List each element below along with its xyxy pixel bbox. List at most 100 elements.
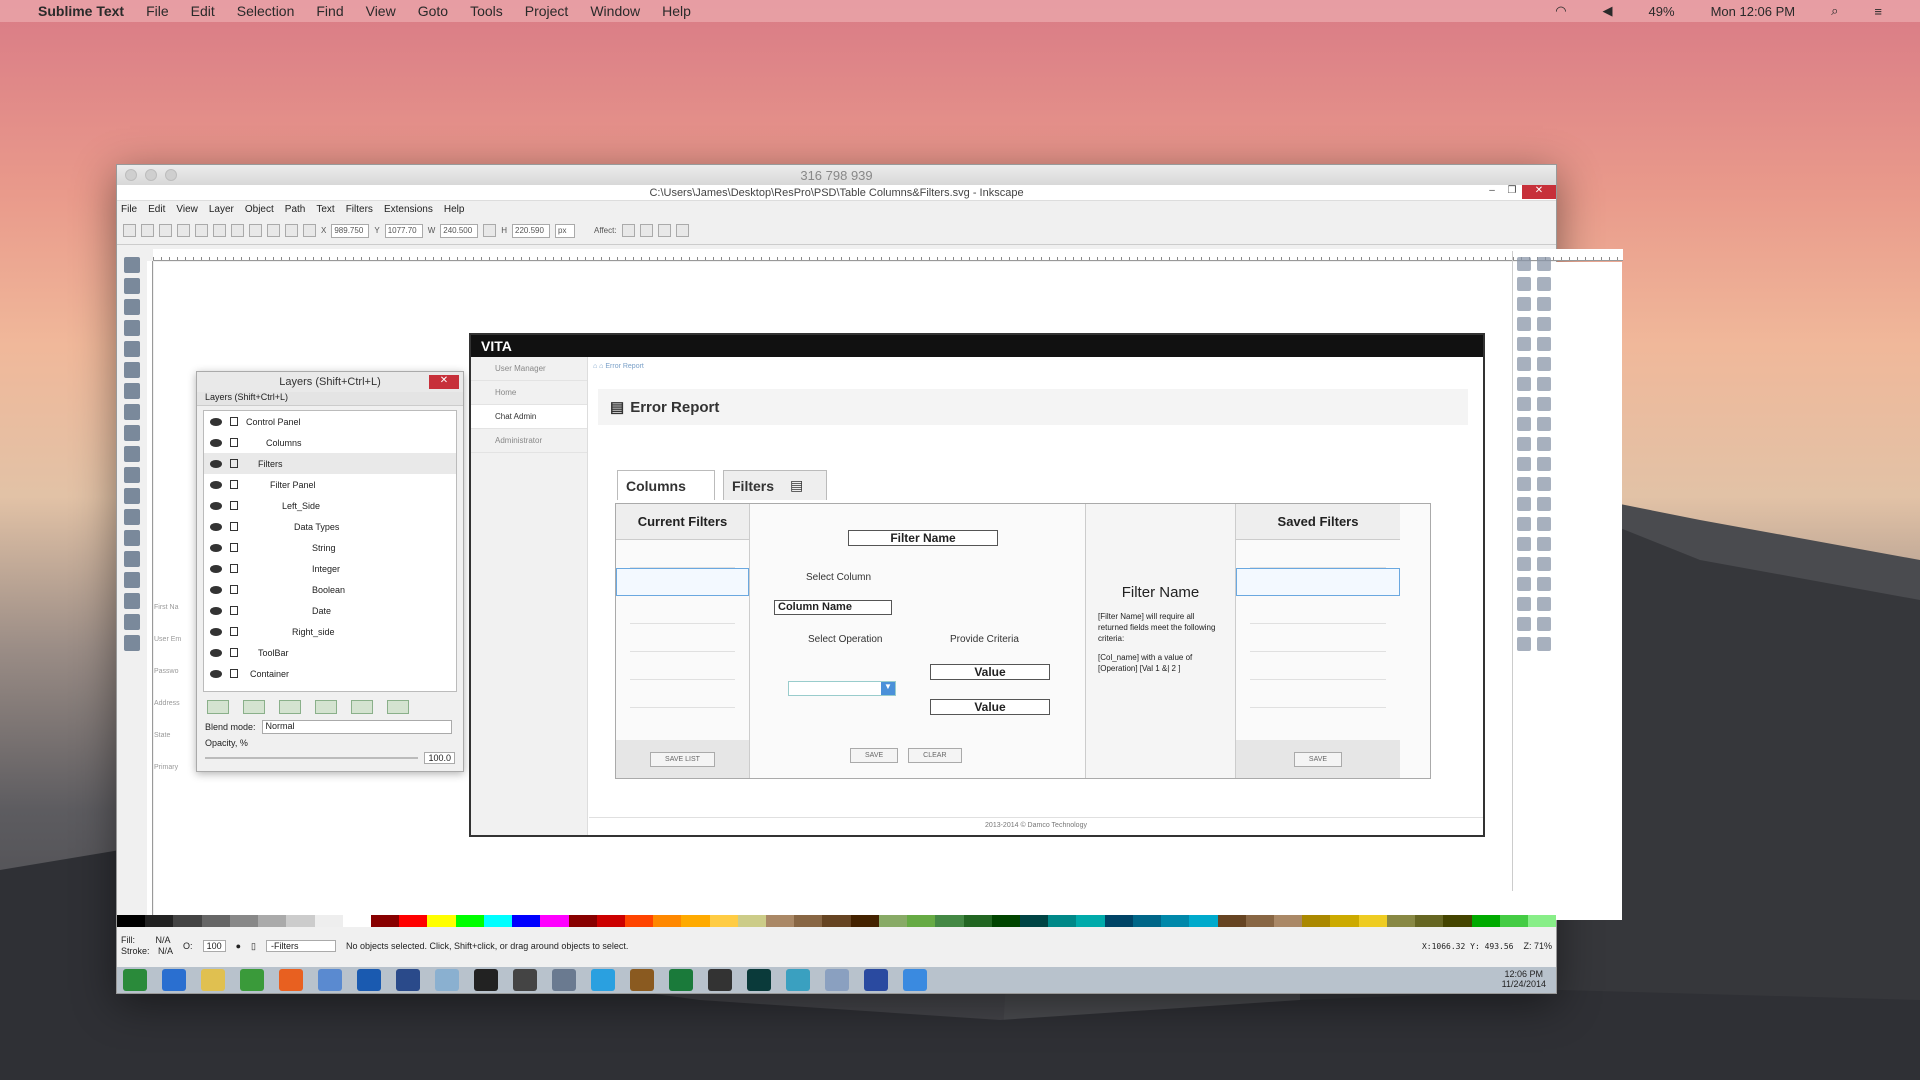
menu-help[interactable]: Help (444, 204, 465, 215)
palette-swatch[interactable] (427, 915, 456, 927)
app-icon[interactable] (825, 969, 849, 991)
close-icon[interactable]: ✕ (429, 375, 459, 389)
operation-select[interactable]: ▼ (788, 681, 896, 696)
blend-select[interactable]: Normal (261, 720, 452, 734)
value-input-2[interactable]: Value (930, 699, 1050, 715)
opacity-slider[interactable] (205, 757, 419, 759)
sublime-icon[interactable] (630, 969, 654, 991)
palette-swatch[interactable] (540, 915, 569, 927)
eye-icon[interactable] (210, 438, 222, 447)
menu-path[interactable]: Path (285, 204, 306, 215)
menu-filters[interactable]: Filters (346, 204, 373, 215)
palette-swatch[interactable] (145, 915, 174, 927)
new-icon[interactable] (1517, 257, 1531, 271)
battery-percent[interactable]: 49% (1649, 4, 1675, 19)
align-icon[interactable] (1517, 637, 1531, 651)
artboard-mockup[interactable]: VITA User Manager Home Chat Admin Admini… (469, 333, 1485, 837)
pencil-tool-icon[interactable] (124, 446, 140, 462)
close-icon[interactable]: ✕ (1522, 185, 1556, 199)
start-icon[interactable] (123, 969, 147, 991)
firefox-icon[interactable] (279, 969, 303, 991)
lower-bottom-icon[interactable] (351, 700, 373, 714)
sidebar-item-administrator[interactable]: Administrator (471, 429, 587, 453)
snap-intersection-icon[interactable] (1537, 437, 1551, 451)
snap-path-icon[interactable] (1537, 317, 1551, 331)
palette-swatch[interactable] (681, 915, 710, 927)
palette-swatch[interactable] (596, 915, 625, 927)
snap-center-icon[interactable] (1537, 337, 1551, 351)
cut-icon[interactable] (1517, 437, 1531, 451)
sidebar-item-chat-admin[interactable]: Chat Admin (471, 405, 587, 429)
list-item[interactable] (616, 568, 749, 596)
fill-value[interactable]: N/A (156, 935, 171, 945)
list-icon[interactable]: ≡ (1874, 4, 1882, 19)
group-icon[interactable] (1517, 577, 1531, 591)
xml-editor-icon[interactable] (1537, 617, 1551, 631)
print-icon[interactable] (1517, 317, 1531, 331)
palette-swatch[interactable] (1132, 915, 1162, 927)
stroke-value[interactable]: N/A (158, 946, 173, 956)
palette-swatch[interactable] (1273, 915, 1303, 927)
menubar-view[interactable]: View (366, 3, 396, 19)
palette-swatch[interactable] (794, 915, 823, 927)
menu-edit[interactable]: Edit (148, 204, 165, 215)
palette-swatch[interactable] (822, 915, 851, 927)
eye-icon[interactable]: ● (236, 941, 241, 951)
skype-icon[interactable] (591, 969, 615, 991)
lock-icon[interactable] (230, 669, 238, 678)
current-layer-select[interactable]: -Filters (265, 940, 336, 952)
remote-icon[interactable] (318, 969, 342, 991)
eye-icon[interactable] (210, 669, 222, 678)
save-list-button[interactable]: SAVE LIST (650, 751, 715, 767)
menubar-find[interactable]: Find (316, 3, 343, 19)
menubar-goto[interactable]: Goto (418, 3, 448, 19)
grid-icon[interactable] (1537, 537, 1551, 551)
menu-layer[interactable]: Layer (209, 204, 234, 215)
lock-icon[interactable] (230, 480, 238, 489)
home-icon[interactable]: ⌂ ⌂ (593, 363, 605, 370)
flip-h-icon[interactable] (213, 224, 226, 237)
snap-rotation-icon[interactable] (1537, 457, 1551, 471)
palette-swatch[interactable] (963, 915, 992, 927)
node-tool-icon[interactable] (124, 278, 140, 294)
app-icon[interactable] (396, 969, 420, 991)
eye-icon[interactable] (210, 522, 222, 531)
select-all-icon[interactable] (123, 224, 136, 237)
menubar-edit[interactable]: Edit (191, 3, 215, 19)
zoom-field[interactable]: Z: 71% (1523, 941, 1552, 951)
save-icon[interactable] (1517, 297, 1531, 311)
terminal-icon[interactable] (474, 969, 498, 991)
snap-midpoint-icon[interactable] (1537, 417, 1551, 431)
lock-icon[interactable] (230, 438, 238, 447)
undo-icon[interactable] (1517, 377, 1531, 391)
opacity-field[interactable]: 100.0 (424, 752, 455, 764)
column-name-input[interactable]: Column Name (774, 600, 892, 615)
zoom-icon[interactable] (165, 169, 177, 181)
deselect-icon[interactable] (159, 224, 172, 237)
layers-tree[interactable]: Control Panel Columns Filters Filter Pan… (203, 410, 457, 692)
gradient-tool-icon[interactable] (124, 593, 140, 609)
layer-row[interactable]: Date (204, 600, 456, 621)
eye-icon[interactable] (210, 564, 222, 573)
layer-row[interactable]: Left_Side (204, 495, 456, 516)
palette-swatch[interactable] (399, 915, 428, 927)
menu-extensions[interactable]: Extensions (384, 204, 433, 215)
dropper-tool-icon[interactable] (124, 614, 140, 630)
palette-swatch[interactable] (1358, 915, 1387, 927)
volume-icon[interactable]: ◀ (1603, 3, 1613, 19)
snap-page-icon[interactable] (1537, 357, 1551, 371)
palette-swatch[interactable] (653, 915, 682, 927)
select-all-layers-icon[interactable] (141, 224, 154, 237)
eye-icon[interactable] (210, 459, 222, 468)
palette-swatch[interactable] (201, 915, 230, 927)
raise-icon[interactable] (279, 700, 301, 714)
3dbox-tool-icon[interactable] (124, 362, 140, 378)
connector-tool-icon[interactable] (124, 635, 140, 651)
palette-swatch[interactable] (314, 915, 343, 927)
palette-swatch[interactable] (1330, 915, 1359, 927)
eye-icon[interactable] (210, 480, 222, 489)
menubar-help[interactable]: Help (662, 3, 691, 19)
palette-swatch[interactable] (173, 915, 202, 927)
layer-row[interactable]: Integer (204, 558, 456, 579)
snap-nodes-icon[interactable] (1537, 297, 1551, 311)
